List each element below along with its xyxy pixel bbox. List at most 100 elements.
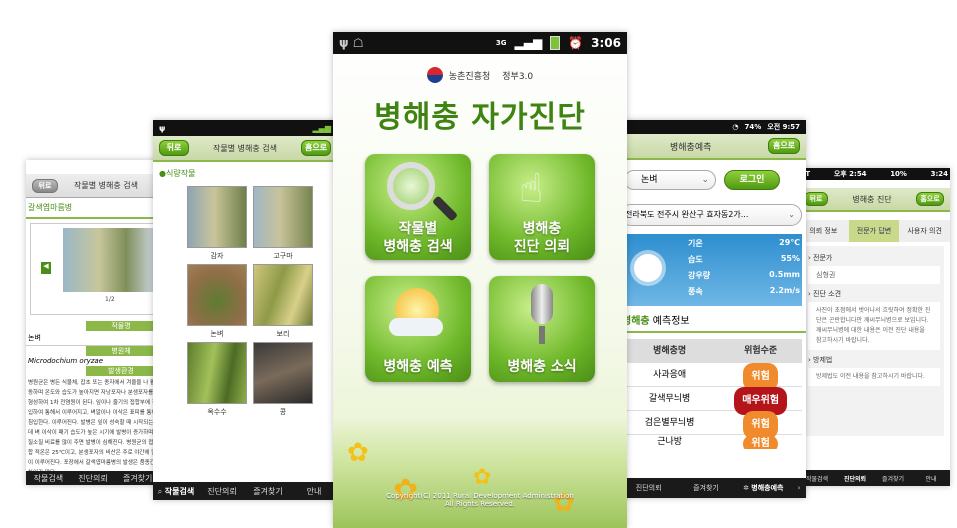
nav-diagnosis[interactable]: 진단의뢰 xyxy=(71,473,116,484)
clock: 3:06 xyxy=(591,36,621,50)
signal-icon: ▂▄▆ xyxy=(312,123,331,133)
tile-label: 병해충 예측 xyxy=(383,359,453,375)
tab-expert-answer[interactable]: 전문가 답변 xyxy=(848,220,900,242)
nav-diagnosis[interactable]: 진단의뢰 xyxy=(620,483,677,493)
tile-diagnosis-request[interactable]: ☝ 병해충 진단 의뢰 xyxy=(489,154,595,260)
crop-thumb-rice[interactable] xyxy=(187,264,247,326)
status-bar: KT 오후 2:54 10% 3:24 xyxy=(798,168,950,180)
expert-label-text: 전문가 xyxy=(813,254,833,262)
nav-info[interactable]: 안내 xyxy=(291,486,337,497)
crop-thumb-corn[interactable] xyxy=(187,342,247,404)
battery-level: 10% xyxy=(890,170,907,178)
signal-icon: ▂▄▆ xyxy=(514,36,543,50)
tile-label-line1: 작물별 xyxy=(398,221,438,237)
crop-thumb-soybean[interactable] xyxy=(253,342,313,404)
search-icon: ⌕ xyxy=(157,486,165,496)
nav-crop-search[interactable]: ⌕ 작물검색 xyxy=(153,486,199,497)
control-text: 방제법도 이전 내용을 참고하시기 바랍니다. xyxy=(808,368,940,386)
section-title: 갈색엽마름병 xyxy=(26,198,160,219)
agency-name: 농촌진흥청 xyxy=(448,71,491,82)
flower-icon: ✿ xyxy=(473,465,492,490)
crop-caption: 콩 xyxy=(279,408,287,416)
bottom-nav: 진단의뢰 즐겨찾기 ✲ 병해충예측 › xyxy=(620,478,806,498)
microphone-icon xyxy=(531,284,553,324)
crop-thumb-barley[interactable] xyxy=(253,264,313,326)
env-label: 발생환경 xyxy=(86,366,156,376)
tab-row: 의뢰 정보 전문가 답변 사용자 의견 xyxy=(798,220,950,242)
tile-label-line2: 병해충 검색 xyxy=(383,239,453,255)
weather-value: 29℃ xyxy=(779,238,800,247)
home-button[interactable]: 홈으로 xyxy=(768,138,800,154)
microphone-stand xyxy=(539,326,545,344)
phone-crop-detail: 뒤로 작물별 병해충 검색 갈색엽마름병 ◀ 1/2 작물명 논벼 병원체 Mi… xyxy=(26,160,160,485)
header-bar: 뒤로 작물별 병해충 검색 xyxy=(26,174,160,198)
weather-value: 2.2m/s xyxy=(769,286,800,295)
pager: 1/2 xyxy=(105,296,115,303)
tile-label-line2: 진단 의뢰 xyxy=(513,239,571,255)
pest-name: 사과응애 xyxy=(653,370,687,380)
weather-value: 0.5mm xyxy=(769,270,800,279)
crop-select[interactable]: 논벼 ⌄ xyxy=(624,170,716,190)
home-button[interactable]: 홈으로 xyxy=(301,140,331,156)
crop-caption: 감자 xyxy=(210,252,224,260)
table-row: 사과응애 위험 xyxy=(620,363,802,391)
clock-b: 3:24 xyxy=(930,170,948,178)
pest-name: 검은별무늬병 xyxy=(644,418,695,428)
chevron-down-icon: ⌄ xyxy=(788,210,795,219)
nav-label: 병해충예측 xyxy=(751,484,784,492)
crop-thumb-sweet-potato[interactable] xyxy=(253,186,313,248)
crop-value: 논벼 xyxy=(26,331,160,346)
nav-info[interactable]: 안내 xyxy=(912,474,950,483)
crop-caption: 보리 xyxy=(276,330,290,338)
back-button[interactable]: 뒤로 xyxy=(32,178,58,193)
expert-name: 심형권 xyxy=(808,266,940,284)
tile-pest-news[interactable]: 병해충 소식 xyxy=(489,276,595,382)
crop-caption: 옥수수 xyxy=(207,408,227,416)
control-label-text: 방제법 xyxy=(813,356,833,364)
env-body: 병원균은 병든 식물체, 잡초 또는 종자에서 겨울을 나 활동하며 온도와 습… xyxy=(28,380,157,476)
home-button[interactable]: 홈으로 xyxy=(916,192,944,206)
nav-favorites[interactable]: 즐겨찾기 xyxy=(245,486,291,497)
prev-arrow-icon[interactable]: ◀ xyxy=(41,262,51,274)
tab-user-opinion[interactable]: 사용자 의견 xyxy=(899,220,950,242)
login-button[interactable]: 로그인 xyxy=(724,170,780,190)
tile-label: 병해충 소식 xyxy=(507,359,577,375)
nav-diagnosis[interactable]: 진단의뢰 xyxy=(836,474,874,483)
crop-thumb-potato[interactable] xyxy=(187,186,247,248)
chevron-right-icon[interactable]: › xyxy=(792,484,806,492)
back-button[interactable]: 뒤로 xyxy=(159,140,189,156)
nav-forecast[interactable]: ✲ 병해충예측 xyxy=(735,483,792,493)
back-button[interactable]: 뒤로 xyxy=(804,192,828,206)
forecast-table: 병해충명 위험수준 사과응애 위험 갈색무늬병 매우위험 검은별무늬병 위험 근… xyxy=(620,339,802,449)
pest-name: 근나방 xyxy=(657,437,683,447)
answer-panel: › 전문가 심형권 › 진단 소견 사진이 초점에서 벗어나서 흐릿하여 정확한… xyxy=(804,246,944,436)
phone-pest-forecast: ◔ 74% 오전 9:57 병해충예측 홈으로 논벼 ⌄ 로그인 전라북도 전주… xyxy=(620,120,806,498)
nav-favorites[interactable]: 즐겨찾기 xyxy=(677,483,734,493)
nav-favorites[interactable]: 즐겨찾기 xyxy=(874,474,912,483)
copyright-line2: All Rights Reserved. xyxy=(444,500,515,508)
weather-panel: 기온 29℃ 습도 55% 강우량 0.5mm 풍속 2.2m/s xyxy=(620,234,802,306)
crop-select-value: 논벼 xyxy=(641,175,658,185)
table-row: 갈색무늬병 매우위험 xyxy=(620,387,802,415)
location-select[interactable]: 전라북도 전주시 완산구 효자동2가... ⌄ xyxy=(620,204,802,226)
category-text: 식량작물 xyxy=(165,169,196,178)
status-bar: ψ ☖ 3G ▂▄▆ ⏰ 3:06 xyxy=(333,32,627,54)
cloud-shape xyxy=(389,318,443,336)
tile-pest-forecast[interactable]: 병해충 예측 xyxy=(365,276,471,382)
header-bar: 뒤로 병해충 진단 홈으로 xyxy=(798,188,950,212)
pathogen-label: 병원체 xyxy=(86,346,156,356)
table-header: 병해충명 위험수준 xyxy=(620,339,802,363)
diag-label-text: 진단 소견 xyxy=(813,290,842,298)
app-title: 병해충 자가진단 xyxy=(374,100,586,135)
copyright: Copyright(C) 2011 Rural Development Admi… xyxy=(333,492,627,508)
gov-tag: 정부3.0 xyxy=(502,71,534,82)
expert-label: › 전문가 xyxy=(808,254,833,262)
bullet-icon: ● xyxy=(159,169,166,178)
alarm-icon: ⏰ xyxy=(568,36,584,50)
clock: 오전 9:57 xyxy=(767,123,800,131)
nav-crop-search[interactable]: 작물검색 xyxy=(26,473,71,484)
nav-diagnosis[interactable]: 진단의뢰 xyxy=(199,486,245,497)
col-name: 병해충명 xyxy=(653,346,687,356)
header-title: 작물별 병해충 검색 xyxy=(74,181,138,190)
tile-crop-search[interactable]: 작물별 병해충 검색 xyxy=(365,154,471,260)
